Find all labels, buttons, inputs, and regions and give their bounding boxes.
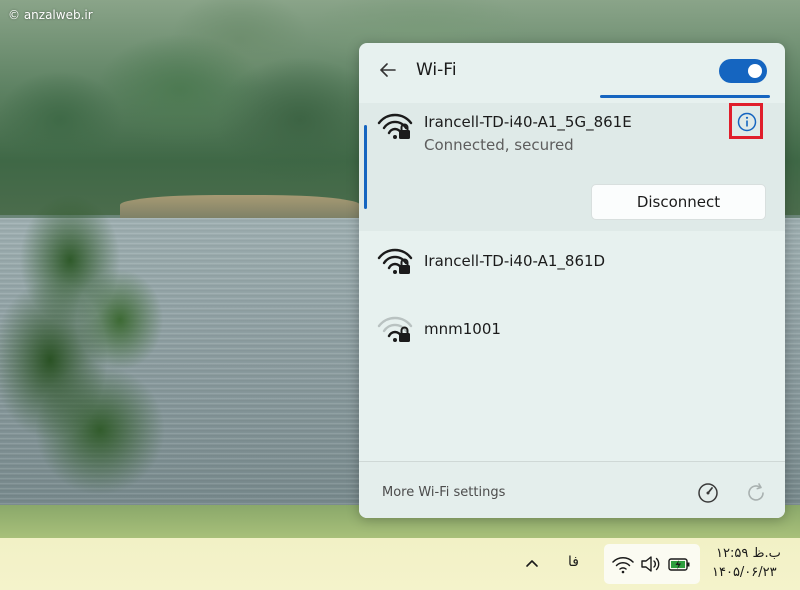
clock-time[interactable]: ۱۲:۵۹ ب.ظ <box>716 546 781 561</box>
info-icon[interactable] <box>737 112 757 132</box>
wifi-weak-secured-icon <box>377 316 413 342</box>
network-name: Irancell-TD-i40-A1_5G_861E <box>424 113 632 131</box>
watermark: © anzalweb.ir <box>8 8 93 22</box>
wifi-secured-icon <box>377 248 413 274</box>
language-indicator[interactable]: فا <box>568 554 579 570</box>
network-item[interactable]: mnm1001 <box>359 301 785 357</box>
network-name: mnm1001 <box>424 320 501 338</box>
clock-date[interactable]: ۱۴۰۵/۰۶/۲۳ <box>712 565 777 580</box>
quick-settings-tray[interactable] <box>604 544 700 584</box>
network-status: Connected, secured <box>424 136 574 154</box>
scanning-progress-bar <box>600 95 770 98</box>
chevron-up-icon[interactable] <box>521 553 543 575</box>
network-item[interactable]: Irancell-TD-i40-A1_861D <box>359 233 785 289</box>
volume-icon <box>641 556 660 572</box>
gauge-icon[interactable] <box>696 481 720 505</box>
info-highlight-box <box>729 103 763 139</box>
wifi-icon <box>612 557 634 574</box>
flyout-header: Wi-Fi <box>359 43 785 101</box>
battery-charging-icon <box>668 558 690 571</box>
wallpaper-tree <box>0 140 180 520</box>
disconnect-button[interactable]: Disconnect <box>591 184 766 220</box>
network-item-connected[interactable]: Irancell-TD-i40-A1_5G_861E Connected, se… <box>359 103 785 231</box>
wifi-secured-icon <box>377 113 413 139</box>
more-wifi-settings-link[interactable]: More Wi-Fi settings <box>382 485 505 500</box>
taskbar: فا ۱۲:۵۹ ب.ظ ۱۴۰۵/۰۶/۲۳ <box>0 538 800 590</box>
flyout-footer: More Wi-Fi settings <box>359 461 785 518</box>
wifi-toggle[interactable] <box>719 59 767 83</box>
back-arrow-icon[interactable] <box>378 60 398 80</box>
toggle-knob <box>748 64 762 78</box>
selected-accent-bar <box>364 125 367 209</box>
wifi-flyout: Wi-Fi Irancell-TD-i40-A1_5G_861E Connect… <box>359 43 785 518</box>
flyout-title: Wi-Fi <box>416 60 457 80</box>
refresh-icon[interactable] <box>744 481 768 505</box>
network-name: Irancell-TD-i40-A1_861D <box>424 252 606 270</box>
